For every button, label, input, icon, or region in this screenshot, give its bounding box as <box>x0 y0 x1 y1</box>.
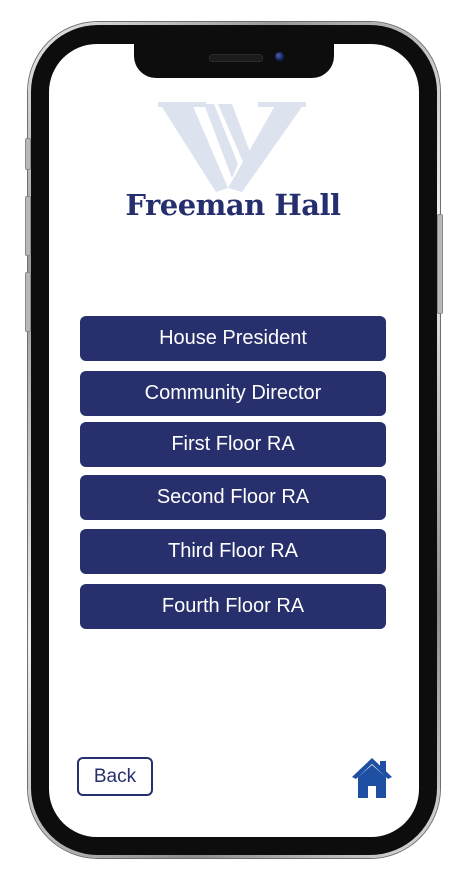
phone-camera <box>275 52 284 61</box>
phone-speaker <box>209 54 263 62</box>
phone-power-button <box>437 214 443 314</box>
home-icon[interactable] <box>351 757 393 799</box>
third-floor-ra-button[interactable]: Third Floor RA <box>80 529 386 574</box>
back-button[interactable]: Back <box>77 757 153 796</box>
second-floor-ra-button[interactable]: Second Floor RA <box>80 475 386 520</box>
w-logo-icon <box>158 102 306 192</box>
community-director-button[interactable]: Community Director <box>80 371 386 416</box>
first-floor-ra-button[interactable]: First Floor RA <box>80 422 386 467</box>
hall-title: Freeman Hall <box>125 188 341 222</box>
phone-mockup: Freeman Hall House President Community D… <box>0 0 466 875</box>
fourth-floor-ra-button[interactable]: Fourth Floor RA <box>80 584 386 629</box>
house-president-button[interactable]: House President <box>80 316 386 361</box>
